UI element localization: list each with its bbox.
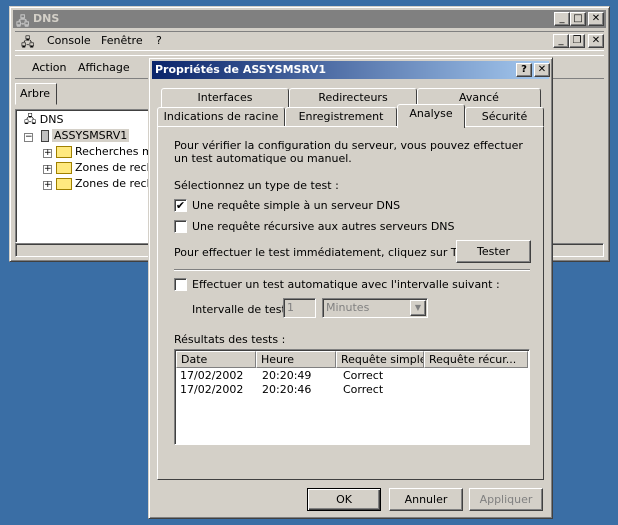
child-minimize-button[interactable]: _ [553,34,569,48]
tab-panel: Pour vérifier la configuration du serveu… [157,126,544,480]
child-restore-button[interactable]: ❐ [569,34,585,48]
mmc-titlebar: 🖧 DNS _ □ ✕ [13,10,606,28]
results-label: Résultats des tests : [174,333,286,346]
tab-logging[interactable]: Enregistrement [285,107,397,126]
cell-simple: Correct [343,369,384,382]
folder-icon [55,162,72,174]
child-close-button[interactable]: ✕ [588,34,604,48]
interval-unit-value: Minutes [326,301,370,314]
auto-test-label[interactable]: Effectuer un test automatique avec l'int… [192,278,500,291]
table-row[interactable]: 17/02/2002 20:20:46 Correct [176,383,528,397]
menu-window[interactable]: Fenêtre [101,32,143,50]
ok-button[interactable]: OK [307,488,381,511]
auto-test-checkbox[interactable] [174,278,187,291]
menu-view[interactable]: Affichage [78,59,130,77]
properties-dialog: Propriétés de ASSYSMSRV1 ? ✕ Interfaces … [148,57,553,519]
close-button[interactable]: ✕ [588,12,604,26]
tree-pane: 🖧 DNS − ASSYSMSRV1 + Recherches mise + Z… [15,109,168,243]
cancel-button[interactable]: Annuler [389,488,463,511]
maximize-button[interactable]: □ [570,12,586,26]
column-header-date[interactable]: Date [176,351,256,368]
tab-interfaces[interactable]: Interfaces [161,88,289,107]
menu-bar: 🖧 Console Fenêtre ? _ ❐ ✕ [15,31,604,51]
folder-icon [55,178,72,190]
cell-date: 17/02/2002 [180,383,244,396]
menu-help[interactable]: ? [156,32,162,50]
expand-icon[interactable]: + [43,165,52,174]
apply-button[interactable]: Appliquer [469,488,543,511]
close-button[interactable]: ✕ [534,63,550,77]
dialog-titlebar: Propriétés de ASSYSMSRV1 ? ✕ [152,61,550,79]
dialog-title: Propriétés de ASSYSMSRV1 [155,63,327,76]
tree-server-label: ASSYSMSRV1 [52,129,130,142]
simple-query-label[interactable]: Une requête simple à un serveur DNS [192,199,400,212]
interval-unit-select[interactable]: Minutes ▼ [322,298,428,318]
tree-root[interactable]: 🖧 DNS [24,112,63,128]
help-button[interactable]: ? [516,63,532,77]
select-test-label: Sélectionnez un type de test : [174,179,339,192]
test-now-label: Pour effectuer le test immédiatement, cl… [174,246,487,259]
folder-icon [55,146,72,158]
recursive-query-checkbox[interactable] [174,220,187,233]
tree-root-label: DNS [39,113,64,126]
expand-icon[interactable]: + [43,149,52,158]
minimize-button[interactable]: _ [554,12,570,26]
column-header-recursive[interactable]: Requête récur... [424,351,528,368]
tab-security[interactable]: Sécurité [465,107,544,126]
tree-tab[interactable]: Arbre [15,83,57,105]
tree-server[interactable]: − ASSYSMSRV1 [24,128,130,144]
recursive-query-label[interactable]: Une requête récursive aux autres serveur… [192,220,455,233]
collapse-icon[interactable]: − [24,133,33,142]
column-header-time[interactable]: Heure [256,351,336,368]
dns-icon: 🖧 [24,113,37,126]
console-icon: 🖧 [21,35,35,49]
menu-action[interactable]: Action [32,59,66,77]
column-header-simple[interactable]: Requête simple [336,351,424,368]
test-button[interactable]: Tester [456,240,531,263]
intro-text: Pour vérifier la configuration du serveu… [174,139,523,165]
menu-console[interactable]: Console [47,32,91,50]
tree-item[interactable]: + Zones de recher [43,176,165,192]
cell-time: 20:20:49 [262,369,312,382]
cell-time: 20:20:46 [262,383,312,396]
interval-input[interactable]: 1 [283,298,316,318]
simple-query-checkbox[interactable]: ✔ [174,199,187,212]
tree-item[interactable]: + Zones de recher [43,160,165,176]
results-list[interactable]: Date Heure Requête simple Requête récur.… [174,349,530,445]
expand-icon[interactable]: + [43,181,52,190]
table-row[interactable]: 17/02/2002 20:20:49 Correct [176,369,528,383]
dns-icon: 🖧 [16,14,30,28]
cell-simple: Correct [343,383,384,396]
tab-root-hints[interactable]: Indications de racine [157,107,285,126]
tab-monitoring[interactable]: Analyse [397,104,465,128]
mmc-title: DNS [33,12,60,25]
server-icon [40,130,49,142]
separator [174,269,530,271]
chevron-down-icon[interactable]: ▼ [410,300,426,316]
cell-date: 17/02/2002 [180,369,244,382]
interval-label: Intervalle de test : [192,303,294,316]
